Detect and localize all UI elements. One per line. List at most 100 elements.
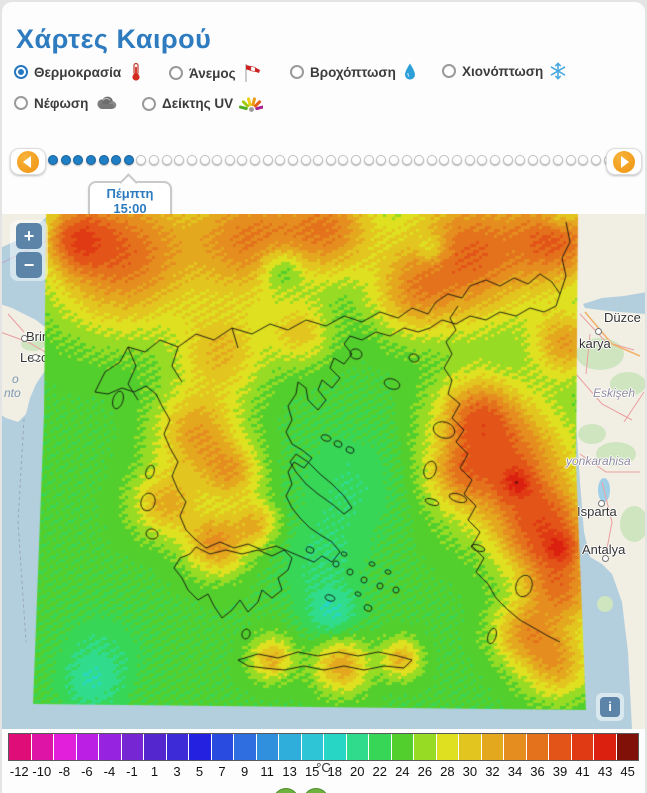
timeline-dot[interactable] <box>452 155 462 165</box>
timeline-dot[interactable] <box>224 155 235 165</box>
zoom-in-button[interactable]: + <box>16 223 42 249</box>
layer-option-rain[interactable]: Βροχόπτωση <box>290 62 418 82</box>
cloud-icon <box>94 95 118 111</box>
timeline-dot[interactable] <box>85 155 96 165</box>
timeline-dot[interactable] <box>212 155 223 165</box>
timeline-dot[interactable] <box>376 155 387 165</box>
timeline-dot[interactable] <box>515 155 526 165</box>
legend-swatch <box>9 734 31 760</box>
map-info-button-halo: i <box>596 693 624 721</box>
timeline-dot[interactable] <box>388 155 399 165</box>
legend-swatch <box>189 734 211 760</box>
legend-swatch <box>76 734 98 760</box>
timeline-dot[interactable] <box>426 155 437 165</box>
timeline-dot[interactable] <box>174 155 185 165</box>
timeline-dot[interactable] <box>186 155 197 165</box>
legend-swatch <box>526 734 548 760</box>
bottom-partial-button-1[interactable] <box>273 788 299 793</box>
timeline-dot[interactable] <box>149 155 159 165</box>
legend-swatch <box>459 734 481 760</box>
timeline-dot[interactable] <box>199 155 210 165</box>
zoom-out-button[interactable]: − <box>16 252 42 278</box>
timeline-dot[interactable] <box>578 155 589 165</box>
layer-option-uv[interactable]: Δείκτης UV <box>142 95 264 112</box>
timeline-dot[interactable] <box>262 155 273 165</box>
timeline-dot[interactable] <box>351 155 361 165</box>
legend-color-bar <box>8 733 639 761</box>
legend-swatch <box>234 734 256 760</box>
timeline-dot[interactable] <box>527 155 538 165</box>
page-title: Χάρτες Καιρού <box>16 24 212 55</box>
legend-swatch <box>301 734 323 760</box>
layer-label: Χιονόπτωση <box>462 63 544 79</box>
timeline-dot[interactable] <box>237 155 248 165</box>
radio-snow[interactable] <box>442 64 456 78</box>
timeline-dot[interactable] <box>98 155 109 165</box>
timeline-dot[interactable] <box>275 155 286 165</box>
timeline-dot[interactable] <box>250 155 260 165</box>
timeline-dot[interactable] <box>502 155 513 165</box>
legend-unit: °C <box>316 760 331 775</box>
legend-swatch <box>256 734 278 760</box>
radio-temperature[interactable] <box>14 65 28 79</box>
timeline-dot[interactable] <box>287 155 298 165</box>
timeline-dot[interactable] <box>439 155 450 165</box>
timeline-dot[interactable] <box>414 155 425 165</box>
legend-swatch <box>616 734 638 760</box>
legend-swatch <box>549 734 571 760</box>
layer-option-snow[interactable]: Χιονόπτωση <box>442 62 567 80</box>
timeline-dot[interactable] <box>338 155 349 165</box>
layer-label: Δείκτης UV <box>162 96 234 111</box>
timeline-dot[interactable] <box>325 155 336 165</box>
legend-swatch <box>279 734 301 760</box>
timeline-dot[interactable] <box>300 155 311 165</box>
radio-clouds[interactable] <box>14 96 28 110</box>
timeline-prev-button[interactable] <box>10 148 46 175</box>
timeline-next-button[interactable] <box>606 148 642 175</box>
timeline-dot[interactable] <box>313 155 324 165</box>
timeline-dot[interactable] <box>553 155 563 165</box>
timeline-dot[interactable] <box>464 155 475 165</box>
legend-swatch <box>99 734 121 760</box>
legend-swatch <box>144 734 166 760</box>
info-icon[interactable]: i <box>600 697 620 717</box>
layer-option-clouds[interactable]: Νέφωση <box>14 95 118 111</box>
legend-swatch <box>391 734 413 760</box>
radio-uv[interactable] <box>142 96 156 111</box>
weather-map[interactable]: BrindisiLecceontoDüzceEskişehIspartaAnta… <box>2 214 645 729</box>
layer-label: Άνεμος <box>189 65 236 81</box>
layer-option-temperature[interactable]: Θερμοκρασία <box>14 62 145 82</box>
timeline-dot-selected[interactable] <box>123 155 134 165</box>
layer-option-wind[interactable]: Άνεμος <box>169 62 264 84</box>
snowflake-icon <box>549 62 567 80</box>
timeline-dot[interactable] <box>401 155 412 165</box>
timeline-dot[interactable] <box>136 155 147 165</box>
legend-swatch <box>504 734 526 760</box>
layer-label: Θερμοκρασία <box>34 64 122 80</box>
timeline-dot[interactable] <box>73 155 84 165</box>
radio-wind[interactable] <box>169 66 183 80</box>
temperature-overlay <box>2 214 645 729</box>
legend-swatch <box>211 734 233 760</box>
timeline-dot[interactable] <box>48 155 58 165</box>
bottom-partial-button-2[interactable] <box>303 788 329 793</box>
timeline-dot[interactable] <box>565 155 576 165</box>
timeline-dot[interactable] <box>590 155 601 165</box>
legend-swatch <box>571 734 593 760</box>
timeline-dot[interactable] <box>60 155 71 165</box>
timeline-dot[interactable] <box>540 155 551 165</box>
timeline-dot[interactable] <box>489 155 500 165</box>
timeline-dot[interactable] <box>161 155 172 165</box>
timeline-dot[interactable] <box>477 155 488 165</box>
legend-swatch <box>346 734 368 760</box>
radio-rain[interactable] <box>290 65 304 79</box>
legend-swatch <box>481 734 503 760</box>
legend-swatch <box>31 734 53 760</box>
legend-swatch <box>369 734 391 760</box>
left-arrow-icon <box>17 150 39 173</box>
windsock-icon <box>242 62 264 84</box>
timeline-dot[interactable] <box>111 155 122 165</box>
map-zoom-control: + − <box>10 220 48 281</box>
timeline-dot[interactable] <box>363 155 374 165</box>
timeline-dots <box>48 155 614 165</box>
